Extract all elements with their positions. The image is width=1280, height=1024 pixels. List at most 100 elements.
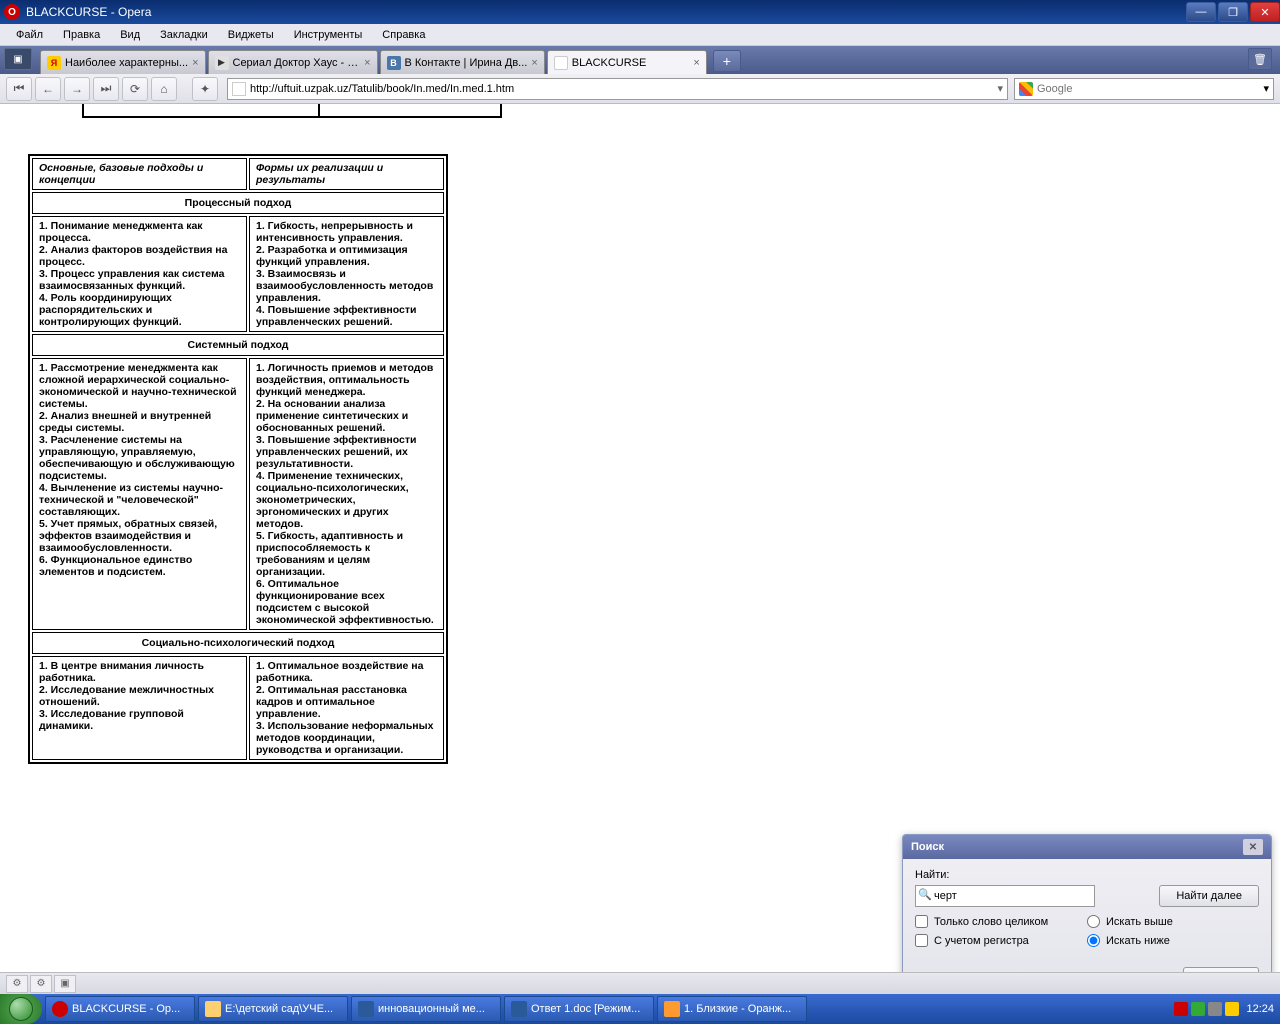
window-titlebar: O BLACKCURSE - Opera — ❐ ✕ [0,0,1280,24]
window-title: BLACKCURSE - Opera [26,5,151,19]
tab-label: В Контакте | Ирина Дв... [405,57,528,69]
forward-button[interactable]: → [64,77,90,101]
search-input[interactable] [1037,83,1263,95]
find-next-button[interactable]: Найти далее [1159,885,1259,907]
section-title: Процессный подход [32,192,444,214]
find-panel-header[interactable]: Поиск ✕ [903,835,1271,859]
opt-search-down[interactable]: Искать ниже [1087,934,1259,947]
tab-2[interactable]: В В Контакте | Ирина Дв... × [380,50,545,74]
page-icon [232,82,246,96]
menu-edit[interactable]: Правка [53,26,110,44]
url-box[interactable]: ▾ [227,78,1008,100]
menu-file[interactable]: Файл [6,26,53,44]
menu-bar: Файл Правка Вид Закладки Виджеты Инструм… [0,24,1280,46]
new-tab-button[interactable]: + [713,50,741,72]
cell-left: 1. Рассмотрение менеджмента как сложной … [32,358,247,630]
google-icon [1019,82,1033,96]
url-input[interactable] [250,83,993,95]
taskbar-opera-icon [52,1001,68,1017]
find-panel: Поиск ✕ Найти: Найти далее Только слово … [902,834,1272,992]
close-tab-icon[interactable]: × [693,57,699,69]
section-title: Системный подход [32,334,444,356]
tab-1[interactable]: ▶ Сериал Доктор Хаус - с... × [208,50,378,74]
taskbar-item[interactable]: инновационный ме... [351,996,501,1022]
find-label: Найти: [915,869,1259,881]
tab-bar: Я Наиболее характерны... × ▶ Сериал Докт… [0,46,1280,74]
table-header-right: Формы их реализации и результаты [249,158,444,190]
find-input[interactable] [915,885,1095,907]
tab-3[interactable]: BLACKCURSE × [547,50,707,74]
section-title: Социально-психологический подход [32,632,444,654]
taskbar-aimp-icon [664,1001,680,1017]
favicon-vk-icon: В [387,56,401,70]
navigation-toolbar: ⏮ ← → ⏭ ⟳ ⌂ ✦ ▾ ▾ [0,74,1280,104]
cell-right: 1. Логичность приемов и методов воздейст… [249,358,444,630]
find-close-button[interactable]: ✕ [1243,839,1263,855]
search-box[interactable]: ▾ [1014,78,1274,100]
menu-tools[interactable]: Инструменты [284,26,373,44]
opt-case[interactable]: С учетом регистра [915,934,1087,947]
opt-whole-word[interactable]: Только слово целиком [915,915,1087,928]
cell-right: 1. Гибкость, непрерывность и интенсивнос… [249,216,444,332]
radio-up[interactable] [1087,915,1100,928]
taskbar-word-icon [358,1001,374,1017]
maximize-button[interactable]: ❐ [1218,2,1248,22]
taskbar-folder-icon [205,1001,221,1017]
opt-search-up[interactable]: Искать выше [1087,915,1259,928]
find-title: Поиск [911,841,944,853]
table-header-left: Основные, базовые подходы и концепции [32,158,247,190]
tray-icon[interactable] [1174,1002,1188,1016]
tray-icon[interactable] [1208,1002,1222,1016]
system-tray: 12:24 [1168,1002,1280,1016]
menu-help[interactable]: Справка [372,26,435,44]
close-tab-icon[interactable]: × [364,57,370,69]
minimize-button[interactable]: — [1186,2,1216,22]
panel-toggle-button[interactable]: ▣ [4,48,32,70]
reload-button[interactable]: ⟳ [122,77,148,101]
start-orb-icon [9,997,33,1021]
status-btn-1[interactable]: ⚙ [6,975,28,993]
taskbar-item[interactable]: Ответ 1.doc [Режим... [504,996,654,1022]
menu-bookmarks[interactable]: Закладки [150,26,218,44]
windows-taskbar: BLACKCURSE - Op... E:\детский сад\УЧЕ...… [0,994,1280,1024]
tray-icon[interactable] [1191,1002,1205,1016]
tab-label: BLACKCURSE [572,57,690,69]
checkbox-whole[interactable] [915,915,928,928]
home-button[interactable]: ⌂ [151,77,177,101]
cell-left: 1. В центре внимания личность работника.… [32,656,247,760]
start-button[interactable] [0,994,42,1024]
favicon-yandex-icon: Я [47,56,61,70]
cell-right: 1. Оптимальное воздействие на работника.… [249,656,444,760]
search-dropdown-icon[interactable]: ▾ [1263,82,1269,95]
wand-button[interactable]: ✦ [192,77,218,101]
tab-label: Наиболее характерны... [65,57,188,69]
back-button[interactable]: ← [35,77,61,101]
status-btn-2[interactable]: ⚙ [30,975,52,993]
closed-tabs-button[interactable]: 🗑 [1248,48,1272,70]
clock[interactable]: 12:24 [1246,1003,1274,1015]
favicon-kino-icon: ▶ [215,56,229,70]
taskbar-item[interactable]: 1. Близкие - Оранж... [657,996,807,1022]
taskbar-word-icon [511,1001,527,1017]
tray-icon[interactable] [1225,1002,1239,1016]
taskbar-item[interactable]: E:\детский сад\УЧЕ... [198,996,348,1022]
status-btn-3[interactable]: ▣ [54,975,76,993]
favicon-blank-icon [554,56,568,70]
taskbar-item[interactable]: BLACKCURSE - Op... [45,996,195,1022]
menu-widgets[interactable]: Виджеты [218,26,284,44]
url-dropdown-icon[interactable]: ▾ [997,82,1003,95]
checkbox-case[interactable] [915,934,928,947]
tab-label: Сериал Доктор Хаус - с... [233,57,361,69]
cell-left: 1. Понимание менеджмента как процесса. 2… [32,216,247,332]
menu-view[interactable]: Вид [110,26,150,44]
document-table: Основные, базовые подходы и концепции Фо… [28,154,448,764]
opera-logo-icon: O [4,4,20,20]
tab-0[interactable]: Я Наиболее характерны... × [40,50,206,74]
close-tab-icon[interactable]: × [192,57,198,69]
close-window-button[interactable]: ✕ [1250,2,1280,22]
fast-forward-button[interactable]: ⏭ [93,77,119,101]
status-bar: ⚙ ⚙ ▣ [0,972,1280,994]
rewind-button[interactable]: ⏮ [6,77,32,101]
radio-down[interactable] [1087,934,1100,947]
close-tab-icon[interactable]: × [531,57,537,69]
